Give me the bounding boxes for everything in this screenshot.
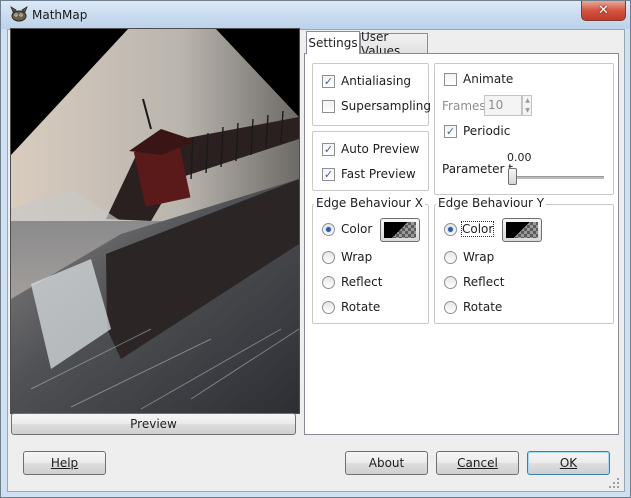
edge-x-color-swatch[interactable] (380, 218, 420, 242)
edge-y-wrap-label: Wrap (463, 250, 495, 264)
antialiasing-checkbox[interactable]: ✓ (322, 75, 335, 88)
edge-y-color-swatch[interactable] (502, 218, 542, 242)
edge-y-rotate-radio[interactable] (444, 301, 457, 314)
tab-settings[interactable]: Settings (306, 31, 360, 54)
ok-button-label: OK (559, 456, 578, 470)
parameter-t-slider-track[interactable] (508, 176, 604, 179)
tab-settings-label: Settings (308, 36, 358, 50)
color-swatch-icon (384, 222, 416, 238)
edge-y-rotate-label: Rotate (463, 300, 503, 314)
edge-y-wrap-radio[interactable] (444, 251, 457, 264)
fast-preview-label: Fast Preview (341, 167, 416, 181)
animate-label: Animate (463, 72, 514, 86)
animate-checkbox[interactable] (444, 73, 457, 86)
preview-button[interactable]: Preview (11, 413, 296, 435)
edge-y-color-radio[interactable] (444, 223, 457, 236)
color-swatch-icon (506, 222, 538, 238)
edge-x-color-radio[interactable] (322, 223, 335, 236)
edge-x-wrap-radio[interactable] (322, 251, 335, 264)
parameter-t-slider-thumb[interactable] (508, 168, 517, 185)
frames-spinner[interactable]: ▲ ▼ (522, 95, 532, 116)
edge-x-rotate-label: Rotate (341, 300, 381, 314)
radio-dot-icon (326, 227, 331, 232)
spin-up-icon: ▲ (525, 97, 530, 104)
parameter-t-label: Parameter t (442, 162, 513, 176)
about-button-label: About (368, 456, 405, 470)
periodic-label: Periodic (463, 124, 511, 138)
preview-options-group (312, 131, 429, 191)
frames-label: Frames (442, 99, 486, 113)
gimp-icon (10, 6, 28, 22)
check-icon: ✓ (323, 75, 334, 88)
help-button-label: Help (50, 456, 79, 470)
preview-button-label: Preview (130, 417, 177, 431)
window-title: MathMap (32, 8, 88, 22)
edge-x-reflect-radio[interactable] (322, 276, 335, 289)
periodic-checkbox[interactable]: ✓ (444, 125, 457, 138)
frames-input[interactable]: 10 (484, 95, 522, 116)
edge-y-color-label: Color (460, 221, 495, 237)
tab-user-values[interactable]: User Values (360, 30, 428, 58)
fast-preview-checkbox[interactable]: ✓ (322, 168, 335, 181)
ok-button[interactable]: OK (527, 451, 610, 475)
edge-y-reflect-label: Reflect (463, 275, 505, 289)
resize-grip-icon[interactable] (607, 476, 621, 490)
edge-behaviour-x-legend: Edge Behaviour X (314, 196, 425, 210)
help-button[interactable]: Help (23, 451, 106, 475)
edge-x-rotate-radio[interactable] (322, 301, 335, 314)
supersampling-checkbox[interactable] (322, 100, 335, 113)
spin-down-icon: ▼ (525, 107, 530, 114)
radio-dot-icon (448, 227, 453, 232)
auto-preview-checkbox[interactable]: ✓ (322, 143, 335, 156)
close-button[interactable]: ✕ (581, 1, 626, 21)
supersampling-label: Supersampling (341, 99, 431, 113)
antialiasing-label: Antialiasing (341, 74, 412, 88)
check-icon: ✓ (323, 143, 334, 156)
cancel-button-label: Cancel (457, 456, 498, 470)
check-icon: ✓ (445, 125, 456, 138)
edge-y-reflect-radio[interactable] (444, 276, 457, 289)
close-icon: ✕ (598, 3, 609, 18)
title-bar[interactable]: MathMap (1, 1, 630, 29)
about-button[interactable]: About (345, 451, 428, 475)
cancel-button[interactable]: Cancel (436, 451, 519, 475)
edge-x-wrap-label: Wrap (341, 250, 373, 264)
preview-image (10, 28, 300, 414)
quality-group (312, 63, 429, 126)
edge-x-color-label: Color (341, 222, 373, 236)
edge-x-reflect-label: Reflect (341, 275, 383, 289)
auto-preview-label: Auto Preview (341, 142, 420, 156)
edge-behaviour-y-legend: Edge Behaviour Y (436, 196, 547, 210)
parameter-t-value: 0.00 (507, 151, 532, 164)
check-icon: ✓ (323, 168, 334, 181)
